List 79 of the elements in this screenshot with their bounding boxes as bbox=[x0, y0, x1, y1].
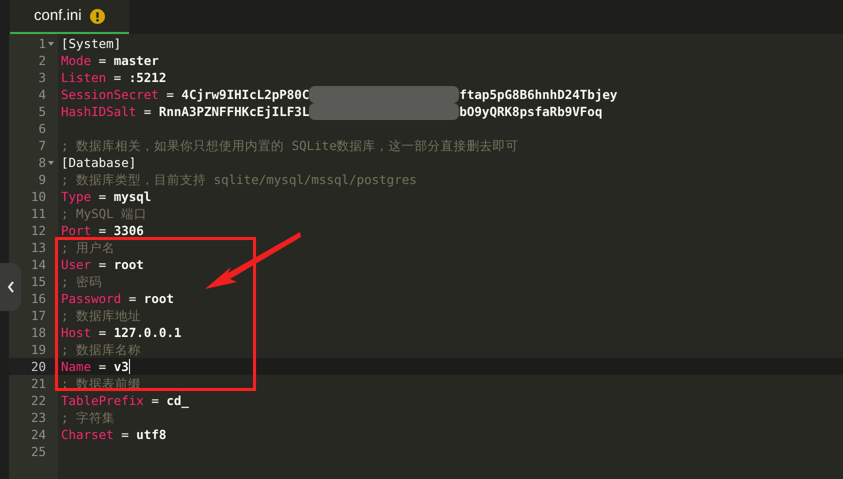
equals-sign: = bbox=[98, 256, 108, 273]
config-key: Password bbox=[61, 290, 122, 307]
chevron-left-icon bbox=[6, 281, 14, 293]
line-number: 16 bbox=[30, 290, 46, 307]
line-number: 23 bbox=[30, 409, 46, 426]
config-value: ftap5pG8B6hnhD24Tbjey bbox=[459, 86, 618, 103]
line-number: 2 bbox=[38, 52, 46, 69]
line-number: 7 bbox=[38, 137, 46, 154]
fold-arrow-icon[interactable] bbox=[48, 42, 54, 46]
config-key: Charset bbox=[61, 426, 114, 443]
equals-sign: = bbox=[128, 290, 138, 307]
section-header: [Database] bbox=[61, 154, 136, 171]
config-key: Type bbox=[61, 188, 92, 205]
file-tab[interactable]: conf.ini bbox=[10, 0, 129, 34]
config-key: Host bbox=[61, 324, 92, 341]
code-comment: ; 数据库名称 bbox=[61, 341, 142, 358]
config-key: Name bbox=[61, 358, 92, 375]
config-value: cd_ bbox=[166, 392, 189, 409]
config-value: mysql bbox=[114, 188, 152, 205]
line-number: 17 bbox=[30, 307, 46, 324]
line-number: 4 bbox=[38, 86, 46, 103]
equals-sign: = bbox=[98, 52, 108, 69]
equals-sign: = bbox=[98, 358, 108, 375]
line-number: 10 bbox=[30, 188, 46, 205]
config-value: bO9yQRK8psfaRb9VFoq bbox=[459, 103, 602, 120]
equals-sign: = bbox=[142, 103, 152, 120]
section-header: [System] bbox=[61, 35, 122, 52]
config-value: master bbox=[114, 52, 159, 69]
line-number: 8 bbox=[38, 154, 46, 171]
line-number: 19 bbox=[30, 341, 46, 358]
line-number: 11 bbox=[30, 205, 46, 222]
config-value: utf8 bbox=[136, 426, 166, 443]
line-number: 6 bbox=[38, 120, 46, 137]
config-value: 4Cjrw9IHIcL2pP80C bbox=[181, 86, 310, 103]
line-number: 14 bbox=[30, 256, 46, 273]
line-number: 15 bbox=[30, 273, 46, 290]
line-number: 1 bbox=[38, 35, 46, 52]
config-key: Port bbox=[61, 222, 92, 239]
line-number: 12 bbox=[30, 222, 46, 239]
config-value: root bbox=[114, 256, 144, 273]
config-value: 127.0.0.1 bbox=[114, 324, 182, 341]
equals-sign: = bbox=[165, 86, 175, 103]
line-number: 20 bbox=[30, 358, 46, 375]
collapse-panel-button[interactable] bbox=[0, 263, 21, 311]
line-number: 21 bbox=[30, 375, 46, 392]
equals-sign: = bbox=[120, 426, 130, 443]
code-comment: ; 密码 bbox=[61, 273, 102, 290]
config-value: 3306 bbox=[114, 222, 144, 239]
line-number: 9 bbox=[38, 171, 46, 188]
code-comment: ; 字符集 bbox=[61, 409, 116, 426]
equals-sign: = bbox=[150, 392, 160, 409]
config-key: Mode bbox=[61, 52, 92, 69]
config-key: Listen bbox=[61, 69, 106, 86]
equals-sign: = bbox=[112, 69, 122, 86]
equals-sign: = bbox=[98, 188, 108, 205]
equals-sign: = bbox=[98, 222, 108, 239]
config-key: User bbox=[61, 256, 92, 273]
config-value: v3 bbox=[114, 358, 129, 375]
code-comment: ; 数据库地址 bbox=[61, 307, 142, 324]
line-number: 25 bbox=[30, 443, 46, 460]
config-value: :5212 bbox=[128, 69, 166, 86]
code-comment: ; MySQL 端口 bbox=[61, 205, 148, 222]
fold-arrow-icon[interactable] bbox=[48, 160, 54, 164]
line-number: 3 bbox=[38, 69, 46, 86]
line-number: 13 bbox=[30, 239, 46, 256]
equals-sign: = bbox=[98, 324, 108, 341]
code-comment: ; 数据库类型，目前支持 sqlite/mysql/mssql/postgres bbox=[61, 171, 417, 188]
config-key: HashIDSalt bbox=[61, 103, 136, 120]
text-cursor bbox=[128, 359, 130, 374]
config-key: TablePrefix bbox=[61, 392, 144, 409]
code-comment: ; 用户名 bbox=[61, 239, 116, 256]
line-number: 18 bbox=[30, 324, 46, 341]
line-number: 5 bbox=[38, 103, 46, 120]
line-number: 22 bbox=[30, 392, 46, 409]
code-comment: ; 数据库相关，如果你只想使用内置的 SQLite数据库，这一部分直接删去即可 bbox=[61, 137, 519, 154]
config-value: root bbox=[144, 290, 174, 307]
line-number: 24 bbox=[30, 426, 46, 443]
config-key: SessionSecret bbox=[61, 86, 159, 103]
config-value: RnnA3PZNFFHKcEjILF3L bbox=[158, 103, 310, 120]
